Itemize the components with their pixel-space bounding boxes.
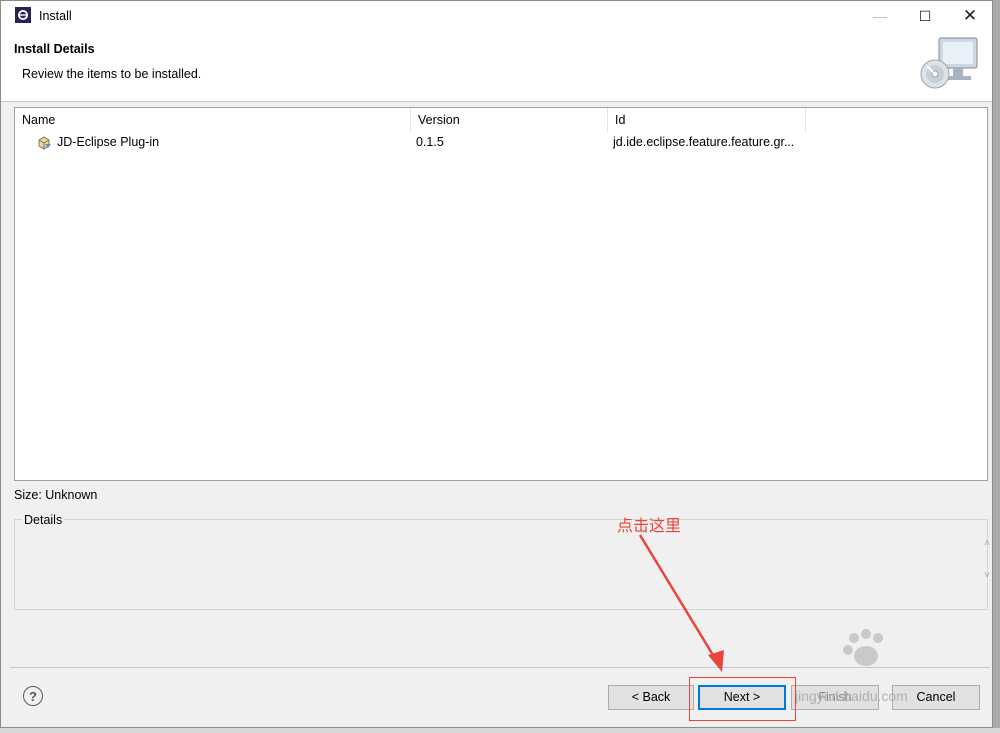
column-header-name[interactable]: Name xyxy=(15,108,411,132)
feature-plugin-icon xyxy=(38,135,51,150)
background-strip xyxy=(0,728,1000,733)
page-title: Install Details xyxy=(14,42,95,56)
help-button[interactable]: ? xyxy=(23,686,43,706)
wizard-header: Install Details Review the items to be i… xyxy=(1,31,992,102)
column-header-id[interactable]: Id xyxy=(608,108,806,132)
eclipse-icon xyxy=(15,7,31,23)
cell-name: JD-Eclipse Plug-in xyxy=(36,132,159,153)
annotation-highlight-box xyxy=(689,677,796,721)
size-label: Size: Unknown xyxy=(14,488,98,502)
install-cd-monitor-icon xyxy=(920,37,978,89)
back-button[interactable]: < Back xyxy=(608,685,694,710)
window-title: Install xyxy=(39,9,72,23)
table-row[interactable]: JD-Eclipse Plug-in 0.1.5 jd.ide.eclipse.… xyxy=(15,132,987,153)
scroll-up-icon[interactable]: ˄ xyxy=(979,538,995,552)
install-dialog: Install — ☐ ✕ Install Details Review the… xyxy=(0,0,993,728)
scroll-down-icon[interactable]: ˅ xyxy=(979,570,995,584)
table-header: Name Version Id xyxy=(15,108,987,132)
details-legend: Details xyxy=(22,513,65,527)
maximize-button[interactable]: ☐ xyxy=(902,1,948,31)
page-description: Review the items to be installed. xyxy=(22,67,202,81)
details-group: ˄ ˅ xyxy=(14,519,990,610)
cell-id: jd.ide.eclipse.feature.feature.gr... xyxy=(613,135,795,149)
cell-version: 0.1.5 xyxy=(416,135,444,149)
install-items-table[interactable]: Name Version Id JD-Eclipse Plug-in 0.1.5… xyxy=(14,107,988,481)
minimize-button[interactable]: — xyxy=(857,1,903,31)
annotation-text: 点击这里 xyxy=(617,516,682,535)
plugin-name: JD-Eclipse Plug-in xyxy=(57,135,160,149)
title-bar[interactable]: Install — ☐ ✕ xyxy=(1,1,992,31)
watermark-url: jingyan.baidu.com xyxy=(795,688,908,704)
close-button[interactable]: ✕ xyxy=(947,1,993,31)
column-header-version[interactable]: Version xyxy=(411,108,608,132)
